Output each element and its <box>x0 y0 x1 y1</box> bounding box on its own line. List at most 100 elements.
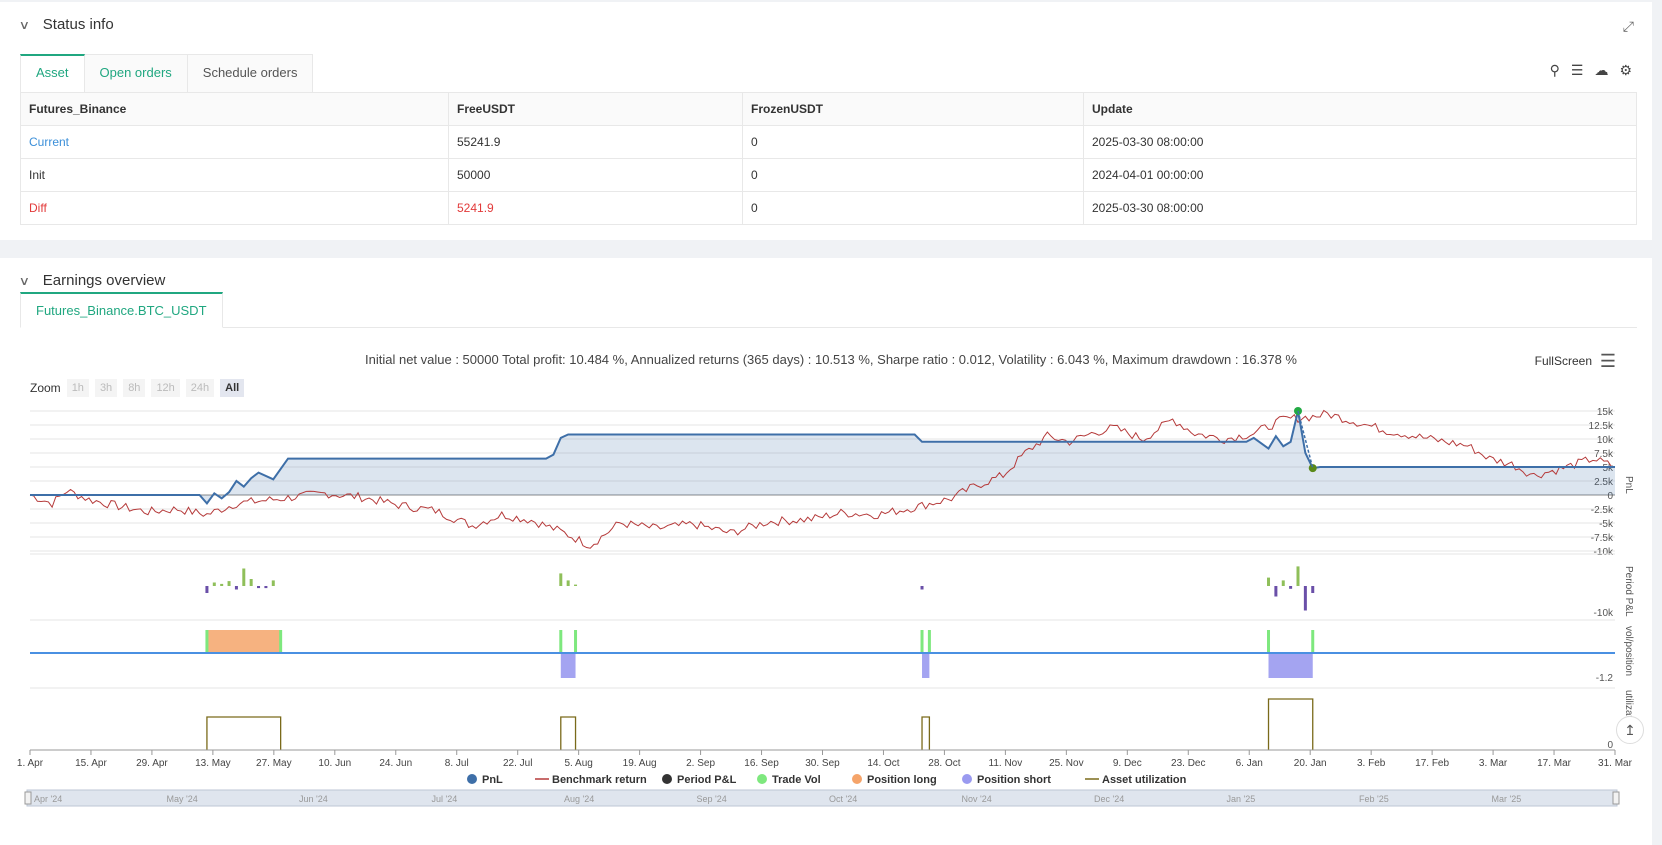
trade-vol-bar <box>205 630 209 653</box>
period-pnl-bar <box>227 581 231 586</box>
x-tick-label: 31. Mar <box>1598 758 1633 769</box>
x-tick-label: 11. Nov <box>989 758 1023 769</box>
x-tick-label: 29. Apr <box>136 758 168 769</box>
gear-icon[interactable]: ⚙ <box>1619 62 1632 79</box>
tab-futures-binance-btc-usdt[interactable]: Futures_Binance.BTC_USDT <box>20 292 223 328</box>
legend-item[interactable]: Trade Vol <box>757 774 821 786</box>
trade-vol-bar <box>279 630 283 653</box>
navigator-tick-label: Dec '24 <box>1094 794 1124 804</box>
fullscreen-button[interactable]: FullScreen <box>1535 354 1592 368</box>
row-label-current[interactable]: Current <box>20 125 449 159</box>
earnings-header[interactable]: ∨ Earnings overview <box>19 272 166 289</box>
zoom-12h-button[interactable]: 12h <box>151 379 180 397</box>
zoom-label: Zoom <box>30 381 61 395</box>
earnings-overview-panel: ∨ Earnings overview Futures_Binance.BTC_… <box>0 258 1652 845</box>
trade-vol-bar <box>1267 630 1271 653</box>
trade-vol-bar <box>1311 630 1315 653</box>
tab-open-orders[interactable]: Open orders <box>84 54 188 92</box>
utilization-block <box>206 716 282 750</box>
status-info-panel: ∨ Status info ⤢ Asset Open orders Schedu… <box>0 2 1652 240</box>
chevron-down-icon[interactable]: ∨ <box>19 18 30 32</box>
period-pnl-bar <box>920 586 924 590</box>
x-tick-label: 25. Nov <box>1049 758 1083 769</box>
navigator-tick-label: Sep '24 <box>697 794 727 804</box>
table-cell: 5241.9 <box>448 191 743 225</box>
x-tick-label: 17. Mar <box>1537 758 1572 769</box>
utilization-block <box>1267 698 1314 750</box>
legend[interactable]: PnL Benchmark return Period P&L Trade Vol Po… <box>467 774 1187 786</box>
y-tick-label: -10k <box>1594 608 1614 619</box>
position-axis-label: vol/position <box>1623 626 1634 676</box>
legend-label: Trade Vol <box>772 774 821 786</box>
status-tabs: Asset Open orders Schedule orders <box>20 54 314 92</box>
legend-item[interactable]: Position short <box>962 774 1051 786</box>
tab-asset[interactable]: Asset <box>20 54 85 92</box>
utilization-axis-label: utilizat <box>1623 690 1634 719</box>
status-info-title: Status info <box>42 16 114 33</box>
hamburger-menu-icon[interactable]: ☰ <box>1600 351 1616 372</box>
trade-vol-bar <box>927 630 931 653</box>
search-icon[interactable]: ⚲ <box>1550 62 1560 79</box>
list-icon[interactable]: ☰ <box>1571 62 1584 79</box>
navigator-tick-label: Aug '24 <box>564 794 594 804</box>
legend-item[interactable]: Position long <box>852 774 937 786</box>
chevron-down-icon[interactable]: ∨ <box>19 274 30 288</box>
x-tick-label: 1. Apr <box>17 758 44 769</box>
column-header: Update <box>1083 92 1637 126</box>
zoom-all-button[interactable]: All <box>220 379 245 397</box>
trade-vol-bar <box>559 630 563 653</box>
row-label-diff[interactable]: Diff <box>20 191 449 225</box>
x-tick-label: 13. May <box>195 758 231 769</box>
zoom-8h-button[interactable]: 8h <box>123 379 146 397</box>
x-tick-label: 24. Jun <box>379 758 412 769</box>
period-pnl-bar <box>271 580 275 586</box>
table-row: Diff 5241.9 0 2025-03-30 08:00:00 <box>20 191 1637 225</box>
period-pnl-bar <box>264 586 268 589</box>
x-tick-label: 9. Dec <box>1113 758 1142 769</box>
x-tick-label: 3. Mar <box>1479 758 1508 769</box>
y-tick-label: -7.5k <box>1591 533 1614 544</box>
x-tick-label: 28. Oct <box>928 758 960 769</box>
scroll-to-top-button[interactable]: ↥ <box>1616 716 1644 744</box>
table-cell: 2025-03-30 08:00:00 <box>1083 191 1637 225</box>
legend-label: Period P&L <box>677 774 737 786</box>
zoom-3h-button[interactable]: 3h <box>94 379 118 397</box>
earnings-chart[interactable]: 15k12.5k10k7.5k5k2.5k0-2.5k-5k-7.5k-10kP… <box>0 398 1662 845</box>
x-tick-label: 27. May <box>256 758 292 769</box>
table-cell: 2024-04-01 00:00:00 <box>1083 158 1637 192</box>
period-pnl-bar <box>257 586 261 589</box>
legend-label: Benchmark return <box>552 774 647 786</box>
cloud-download-icon[interactable]: ☁ <box>1594 62 1608 79</box>
x-tick-label: 10. Jun <box>318 758 351 769</box>
tab-schedule-orders[interactable]: Schedule orders <box>187 54 314 92</box>
navigator-tick-label: Apr '24 <box>34 794 62 804</box>
legend-label: Asset utilization <box>1102 774 1187 786</box>
table-header-row: Futures_Binance FreeUSDT FrozenUSDT Upda… <box>20 92 1637 126</box>
navigator-tick-label: Oct '24 <box>829 794 857 804</box>
trade-vol-bar <box>574 630 578 653</box>
y-tick-label: -2.5k <box>1591 505 1614 516</box>
legend-item[interactable]: Asset utilization <box>1085 774 1187 786</box>
period-pnl-bar <box>1303 586 1307 611</box>
chart-tabs: Futures_Binance.BTC_USDT <box>20 292 1637 328</box>
period-pnl-bar <box>234 586 238 590</box>
zoom-24h-button[interactable]: 24h <box>185 379 215 397</box>
table-row: Init 50000 0 2024-04-01 00:00:00 <box>20 158 1637 192</box>
legend-item[interactable]: PnL <box>467 774 503 786</box>
period-pnl-bar <box>242 568 246 586</box>
position-short-block <box>560 653 576 678</box>
legend-symbol <box>757 774 767 784</box>
period-pnl-bar <box>249 579 253 586</box>
utilization-block <box>560 716 577 750</box>
period-pnl-bar <box>1267 577 1271 586</box>
shrink-icon[interactable]: ⤢ <box>1623 18 1634 35</box>
y-tick-label: 15k <box>1597 407 1614 418</box>
table-row: Current 55241.9 0 2025-03-30 08:00:00 <box>20 125 1637 159</box>
legend-item[interactable]: Benchmark return <box>535 774 647 786</box>
period-pnl-bar <box>212 582 216 586</box>
status-info-header[interactable]: ∨ Status info <box>19 16 114 33</box>
trade-vol-bar <box>920 630 924 653</box>
position-short-block <box>1268 653 1313 678</box>
zoom-1h-button[interactable]: 1h <box>66 379 89 397</box>
legend-item[interactable]: Period P&L <box>662 774 737 786</box>
